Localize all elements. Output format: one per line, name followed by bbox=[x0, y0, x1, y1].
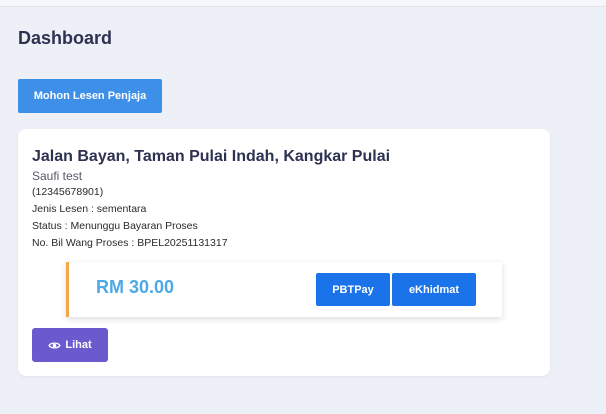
payment-box: RM 30.00 PBTPay eKhidmat bbox=[66, 262, 502, 317]
license-address: Jalan Bayan, Taman Pulai Indah, Kangkar … bbox=[32, 148, 391, 165]
eye-icon bbox=[48, 342, 61, 348]
license-status: Status : Menunggu Bayaran Proses bbox=[32, 220, 198, 232]
license-ic-number: (12345678901) bbox=[32, 186, 104, 198]
ekhidmat-button[interactable]: eKhidmat bbox=[392, 273, 476, 306]
license-type: Jenis Lesen : sementara bbox=[32, 203, 147, 215]
page-title: Dashboard bbox=[18, 28, 113, 48]
apply-license-button[interactable]: Mohon Lesen Penjaja bbox=[18, 79, 162, 113]
view-button[interactable]: Lihat bbox=[32, 328, 108, 362]
license-card: Jalan Bayan, Taman Pulai Indah, Kangkar … bbox=[18, 129, 550, 376]
top-bar bbox=[0, 0, 606, 7]
pbtpay-button[interactable]: PBTPay bbox=[316, 273, 390, 306]
license-bill-number: No. Bil Wang Proses : BPEL20251131317 bbox=[32, 237, 228, 249]
view-button-label: Lihat bbox=[65, 339, 92, 351]
payment-amount: RM 30.00 bbox=[96, 277, 175, 297]
license-owner: Saufi test bbox=[32, 169, 83, 183]
